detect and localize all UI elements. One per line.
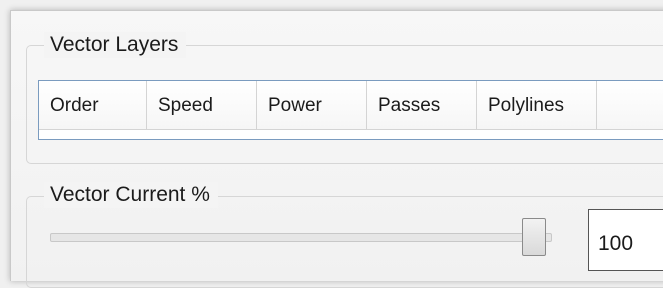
vector-current-slider[interactable] [50, 218, 560, 256]
column-header-speed[interactable]: Speed [147, 81, 257, 130]
slider-thumb[interactable] [522, 218, 546, 256]
slider-track[interactable] [50, 233, 552, 242]
vector-layers-title: Vector Layers [44, 32, 187, 58]
vector-current-input[interactable] [588, 209, 663, 271]
vector-layers-grid[interactable]: Order Speed Power Passes Polylines [38, 80, 663, 140]
column-header-power[interactable]: Power [257, 81, 367, 130]
column-header-filler [597, 81, 663, 130]
column-header-order[interactable]: Order [39, 81, 147, 130]
column-header-polylines[interactable]: Polylines [477, 81, 597, 130]
vector-current-title: Vector Current % [44, 182, 218, 208]
column-header-passes[interactable]: Passes [367, 81, 477, 130]
